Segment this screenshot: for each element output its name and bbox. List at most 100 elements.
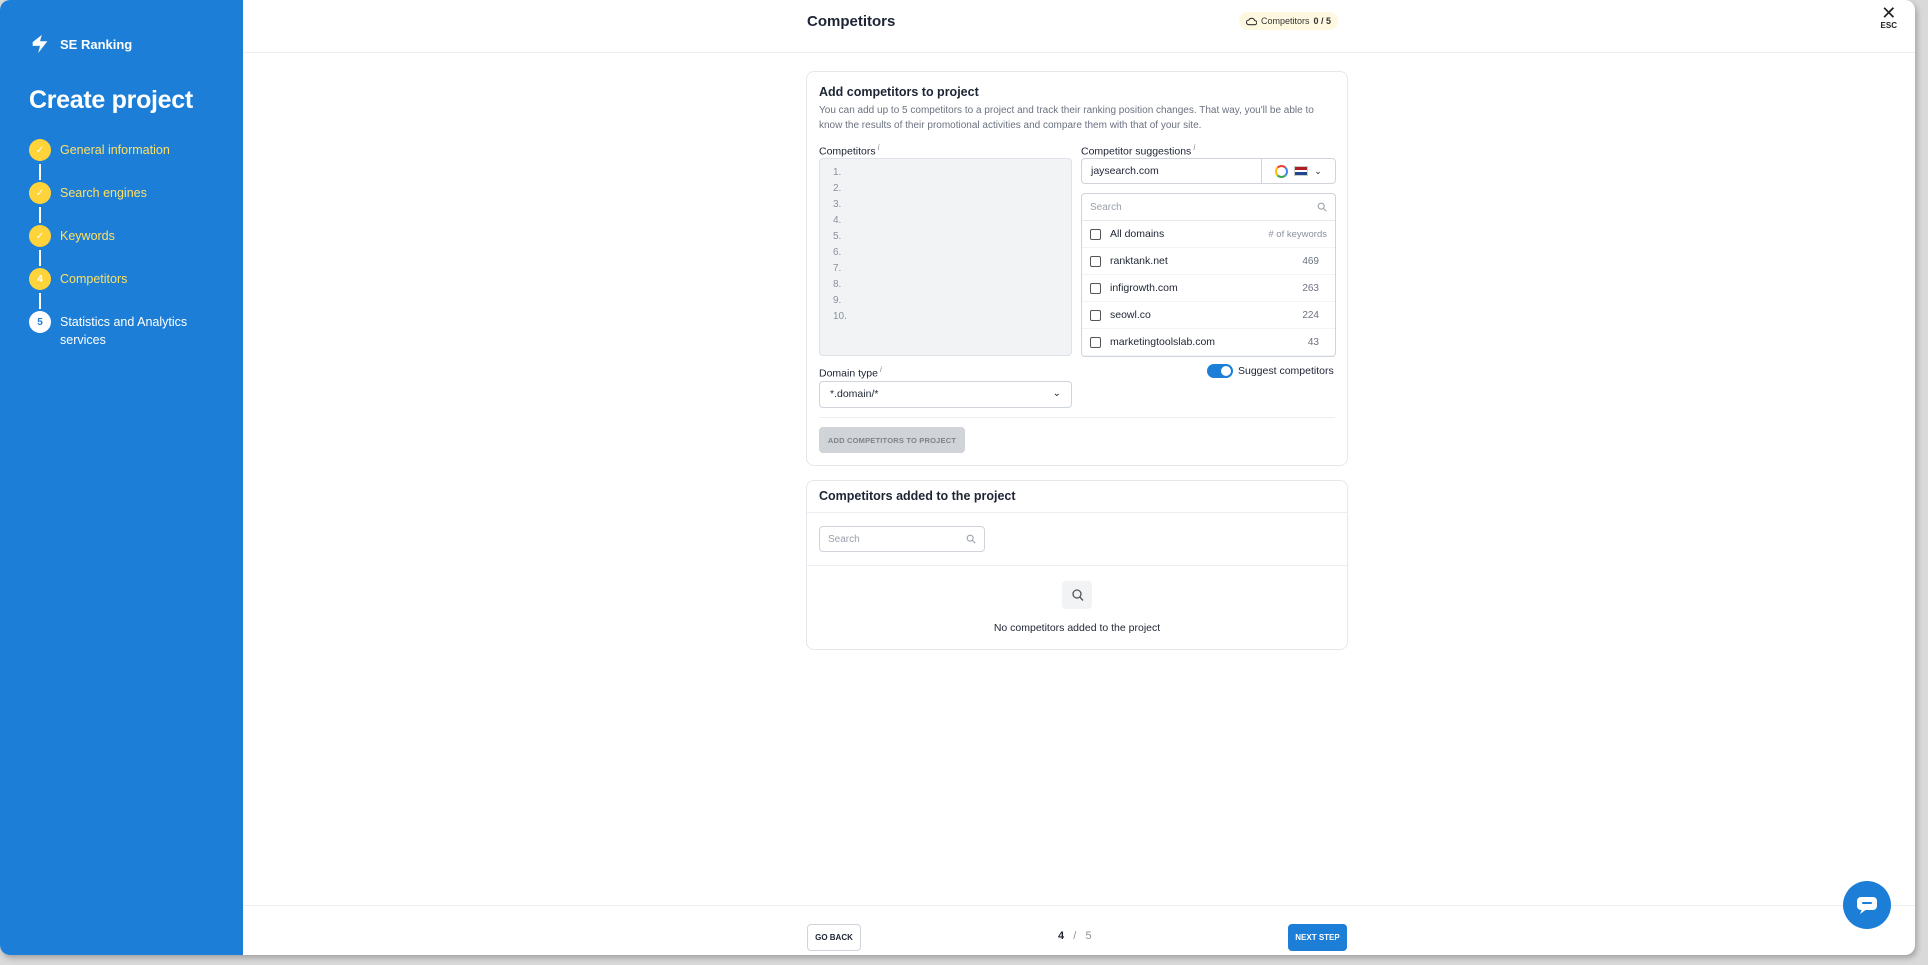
add-competitors-card: Add competitors to project You can add u… — [806, 71, 1348, 466]
netherlands-flag-icon — [1294, 166, 1309, 176]
step-done-check-icon: ✓ — [29, 182, 51, 204]
line-number: 4. — [833, 215, 842, 226]
added-competitors-card: Competitors added to the project Search … — [806, 480, 1348, 650]
suggest-competitors-toggle[interactable]: Suggest competitors — [1207, 364, 1334, 378]
empty-state-text: No competitors added to the project — [993, 622, 1161, 634]
toggle-switch[interactable] — [1207, 364, 1233, 378]
add-competitors-button[interactable]: ADD COMPETITORS TO PROJECT — [819, 427, 965, 453]
checkbox[interactable] — [1090, 309, 1101, 321]
pager-separator: / — [1073, 930, 1077, 942]
chat-button[interactable] — [1843, 881, 1891, 929]
checkbox[interactable] — [1090, 336, 1101, 348]
step-done-check-icon: ✓ — [29, 225, 51, 247]
divider — [807, 565, 1347, 566]
added-competitors-title: Competitors added to the project — [819, 489, 1016, 503]
app-window: SE Ranking Create project ✓ General info… — [0, 0, 1915, 955]
divider — [819, 417, 1335, 418]
domain-type-select[interactable]: *.domain/* ⌄ — [819, 381, 1072, 408]
line-number: 6. — [833, 247, 842, 258]
divider — [807, 512, 1347, 513]
keywords-column-header: # of keywords — [1268, 228, 1327, 240]
se-ranking-logo-icon — [32, 34, 48, 54]
add-competitors-description: You can add up to 5 competitors to a pro… — [819, 105, 1314, 131]
step-number-badge: 4 — [29, 268, 51, 290]
step-general-information[interactable]: ✓ General information — [29, 139, 200, 182]
suggestions-search-input[interactable]: Search — [1082, 194, 1335, 221]
keyword-count: 469 — [1302, 255, 1319, 267]
line-number: 9. — [833, 295, 842, 306]
all-domains-label: All domains — [1110, 228, 1165, 240]
step-connector — [39, 250, 41, 266]
search-placeholder: Search — [828, 533, 860, 545]
search-placeholder: Search — [1090, 201, 1122, 213]
line-number: 2. — [833, 183, 842, 194]
next-step-button[interactable]: NEXT STEP — [1288, 924, 1347, 951]
info-icon[interactable]: i — [880, 365, 882, 374]
chat-icon — [1857, 897, 1877, 914]
sidebar: SE Ranking Create project ✓ General info… — [0, 0, 243, 955]
info-icon[interactable]: i — [1193, 143, 1195, 152]
brand-name: SE Ranking — [60, 36, 133, 52]
suggestion-domain: infigrowth.com — [1110, 282, 1178, 294]
step-pager: 4 / 5 — [1058, 930, 1092, 942]
checkbox[interactable] — [1090, 228, 1101, 240]
step-search-engines[interactable]: ✓ Search engines — [29, 182, 200, 225]
close-icon: ✕ — [1881, 3, 1897, 23]
suggestion-domain: marketingtoolslab.com — [1110, 336, 1216, 348]
all-domains-row[interactable]: All domains # of keywords — [1082, 221, 1335, 248]
suggestions-domain-value: jaysearch.com — [1091, 165, 1159, 177]
step-number-badge: 5 — [29, 311, 51, 333]
top-bar: Competitors Competitors 0 / 5 ✕ ESC — [243, 0, 1915, 53]
added-competitors-search-input[interactable]: Search — [819, 526, 985, 552]
list-item[interactable]: marketingtoolslab.com 43 — [1082, 329, 1335, 356]
cloud-icon — [1246, 17, 1257, 25]
esc-label: ESC — [1880, 21, 1897, 30]
line-number: 7. — [833, 263, 842, 274]
suggestions-list: Search All domains # of keywords ranktan… — [1081, 193, 1336, 357]
step-label: Statistics and Analytics services — [60, 315, 188, 347]
checkbox[interactable] — [1090, 255, 1101, 267]
keyword-count: 43 — [1307, 336, 1319, 348]
search-icon — [1317, 202, 1327, 212]
sidebar-title: Create project — [29, 86, 193, 114]
competitors-field-label: Competitors i — [819, 143, 880, 158]
close-button[interactable]: ✕ ESC — [1880, 3, 1897, 30]
list-item[interactable]: ranktank.net 469 — [1082, 248, 1335, 275]
step-statistics-analytics[interactable]: 5 Statistics and Analytics services — [29, 311, 200, 354]
list-item[interactable]: seowl.co 224 — [1082, 302, 1335, 329]
step-competitors[interactable]: 4 Competitors — [29, 268, 200, 311]
step-keywords[interactable]: ✓ Keywords — [29, 225, 200, 268]
brand-logo[interactable]: SE Ranking — [29, 33, 132, 55]
checkbox[interactable] — [1090, 282, 1101, 294]
suggestions-domain-input[interactable]: jaysearch.com ⌄ — [1081, 158, 1336, 184]
go-back-button[interactable]: GO BACK — [807, 924, 861, 951]
search-engine-select[interactable]: ⌄ — [1261, 159, 1335, 183]
suggestions-field-label: Competitor suggestions i — [1081, 143, 1196, 158]
line-number: 5. — [833, 231, 842, 242]
step-connector — [39, 164, 41, 180]
step-connector — [39, 293, 41, 309]
toggle-label: Suggest competitors — [1238, 365, 1334, 377]
competitors-count-badge: Competitors 0 / 5 — [1239, 12, 1339, 30]
line-number: 1. — [833, 167, 842, 178]
step-connector — [39, 207, 41, 223]
competitors-textarea[interactable]: 1. 2. 3. 4. 5. 6. 7. 8. 9. 10. — [819, 158, 1072, 356]
step-label: Search engines — [60, 186, 147, 200]
line-number: 10. — [833, 311, 847, 322]
step-label: Competitors — [60, 272, 128, 286]
domain-type-label: Domain type i — [819, 365, 882, 380]
chevron-down-icon: ⌄ — [1314, 165, 1322, 176]
step-done-check-icon: ✓ — [29, 139, 51, 161]
domain-type-value: *.domain/* — [830, 388, 879, 400]
badge-label: Competitors — [1261, 16, 1310, 26]
line-number: 8. — [833, 279, 842, 290]
list-item[interactable]: infigrowth.com 263 — [1082, 275, 1335, 302]
footer-divider — [243, 905, 1915, 906]
badge-count: 0 / 5 — [1313, 16, 1332, 26]
keyword-count: 224 — [1302, 309, 1319, 321]
empty-state-search-icon — [1062, 581, 1092, 609]
step-label: General information — [60, 143, 170, 157]
info-icon[interactable]: i — [878, 143, 880, 152]
keyword-count: 263 — [1302, 282, 1319, 294]
step-label: Keywords — [60, 229, 115, 243]
